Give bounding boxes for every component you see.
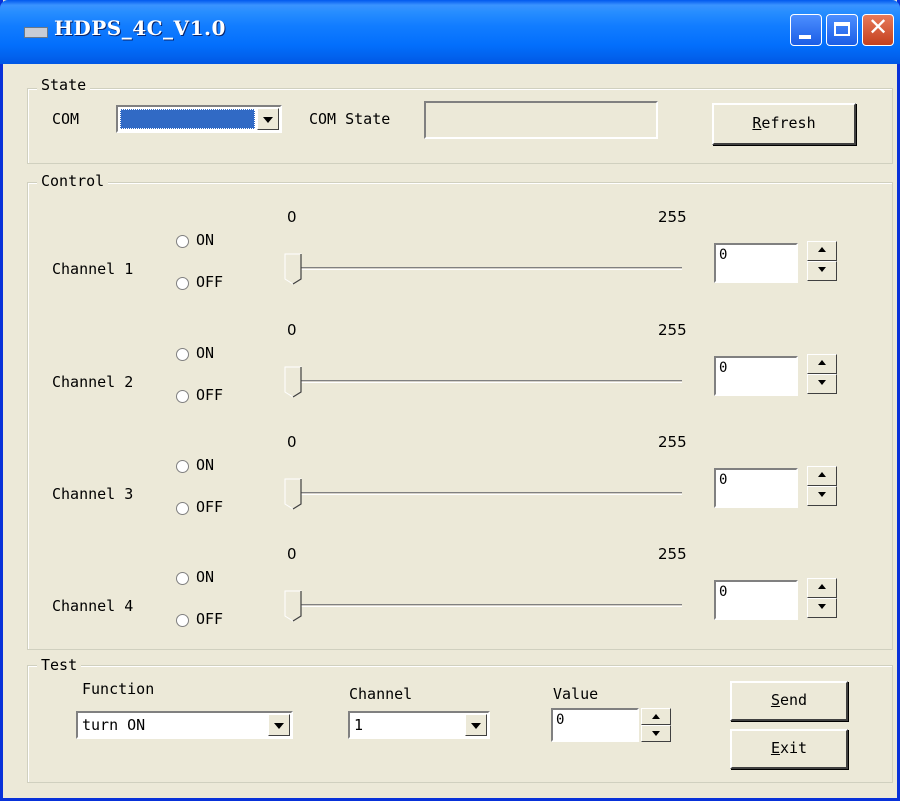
- channel-on-radio[interactable]: [176, 572, 189, 585]
- window-title: HDPS_4C_V1.0: [54, 16, 226, 40]
- spin-up-icon[interactable]: [807, 354, 837, 374]
- channel-on-label: ON: [196, 344, 215, 362]
- channel-label: Channel 3: [52, 485, 134, 503]
- function-label: Function: [82, 680, 155, 698]
- slider-min-label: 0: [287, 208, 297, 226]
- channel-off-radio[interactable]: [176, 614, 189, 627]
- slider-max-label: 255: [658, 321, 687, 339]
- exit-label: xit: [779, 739, 808, 757]
- channel-slider-track[interactable]: [295, 380, 682, 383]
- channel-slider-thumb[interactable]: [284, 478, 302, 510]
- send-label: end: [779, 691, 808, 709]
- channel-label: Channel: [349, 685, 413, 703]
- channel-value-spinner[interactable]: [807, 241, 837, 281]
- channel-off-label: OFF: [196, 273, 224, 291]
- maximize-button[interactable]: [826, 14, 858, 46]
- com-label: COM: [52, 110, 80, 128]
- channel-selected-value: 1: [354, 716, 364, 734]
- value-label: Value: [553, 685, 599, 703]
- com-select[interactable]: [116, 105, 282, 133]
- spin-down-icon[interactable]: [807, 598, 837, 618]
- channel-value-input[interactable]: 0: [714, 356, 798, 396]
- minimize-icon: [799, 35, 811, 39]
- spin-up-icon[interactable]: [807, 578, 837, 598]
- refresh-button[interactable]: Refresh: [712, 103, 856, 145]
- channel-off-radio[interactable]: [176, 277, 189, 290]
- channel-on-label: ON: [196, 456, 215, 474]
- channel-value-input[interactable]: 0: [714, 468, 798, 508]
- com-state-field: [424, 101, 658, 139]
- channel-value-spinner[interactable]: [807, 466, 837, 506]
- function-selected-value: turn ON: [82, 716, 146, 734]
- channel-on-radio[interactable]: [176, 348, 189, 361]
- spin-up-icon[interactable]: [807, 241, 837, 261]
- chevron-down-icon[interactable]: [257, 108, 279, 130]
- test-value-input[interactable]: 0: [551, 708, 639, 742]
- spin-down-icon[interactable]: [641, 725, 671, 742]
- maximize-icon: [834, 22, 850, 36]
- channel-slider-track[interactable]: [295, 267, 682, 270]
- channel-slider-thumb[interactable]: [284, 366, 302, 398]
- channel-off-radio[interactable]: [176, 502, 189, 515]
- test-legend: Test: [37, 656, 82, 674]
- slider-max-label: 255: [658, 433, 687, 451]
- chevron-down-icon[interactable]: [465, 714, 487, 736]
- com-selected-value: [120, 109, 255, 129]
- minimize-button[interactable]: [790, 14, 822, 46]
- channel-slider-thumb[interactable]: [284, 590, 302, 622]
- slider-max-label: 255: [658, 545, 687, 563]
- send-mnemonic: S: [770, 691, 780, 709]
- channel-value-input[interactable]: 0: [714, 580, 798, 620]
- app-icon: [24, 27, 48, 38]
- channel-select[interactable]: 1: [348, 711, 490, 739]
- close-button[interactable]: ✕: [862, 13, 894, 46]
- test-value-spinner[interactable]: [641, 708, 671, 742]
- slider-min-label: 0: [287, 545, 297, 563]
- channel-off-label: OFF: [196, 610, 224, 628]
- spin-down-icon[interactable]: [807, 374, 837, 394]
- send-button[interactable]: Send: [730, 681, 848, 721]
- channel-off-radio[interactable]: [176, 390, 189, 403]
- slider-max-label: 255: [658, 208, 687, 226]
- channel-slider-thumb[interactable]: [284, 253, 302, 285]
- channel-value-spinner[interactable]: [807, 354, 837, 394]
- channel-off-label: OFF: [196, 386, 224, 404]
- channel-on-label: ON: [196, 568, 215, 586]
- spin-up-icon[interactable]: [807, 466, 837, 486]
- channel-slider-track[interactable]: [295, 492, 682, 495]
- channel-on-radio[interactable]: [176, 460, 189, 473]
- exit-button[interactable]: Exit: [730, 729, 848, 769]
- main-window: HDPS_4C_V1.0 ✕ State COM COM State Refre…: [0, 0, 900, 801]
- chevron-down-icon[interactable]: [268, 714, 290, 736]
- spin-down-icon[interactable]: [807, 261, 837, 281]
- slider-min-label: 0: [287, 321, 297, 339]
- refresh-label: efresh: [761, 114, 816, 132]
- channel-on-label: ON: [196, 231, 215, 249]
- channel-label: Channel 4: [52, 597, 134, 615]
- close-icon: ✕: [867, 13, 889, 41]
- channel-slider-track[interactable]: [295, 604, 682, 607]
- exit-mnemonic: E: [770, 739, 780, 757]
- channel-off-label: OFF: [196, 498, 224, 516]
- control-legend: Control: [37, 172, 109, 190]
- com-state-label: COM State: [309, 110, 391, 128]
- title-bar[interactable]: HDPS_4C_V1.0 ✕: [0, 0, 900, 64]
- channel-value-spinner[interactable]: [807, 578, 837, 618]
- function-select[interactable]: turn ON: [76, 711, 293, 739]
- channel-value-input[interactable]: 0: [714, 243, 798, 283]
- spin-down-icon[interactable]: [807, 486, 837, 506]
- slider-min-label: 0: [287, 433, 297, 451]
- channel-label: Channel 2: [52, 373, 134, 391]
- spin-up-icon[interactable]: [641, 708, 671, 725]
- channel-on-radio[interactable]: [176, 235, 189, 248]
- channel-label: Channel 1: [52, 260, 134, 278]
- state-legend: State: [37, 76, 91, 94]
